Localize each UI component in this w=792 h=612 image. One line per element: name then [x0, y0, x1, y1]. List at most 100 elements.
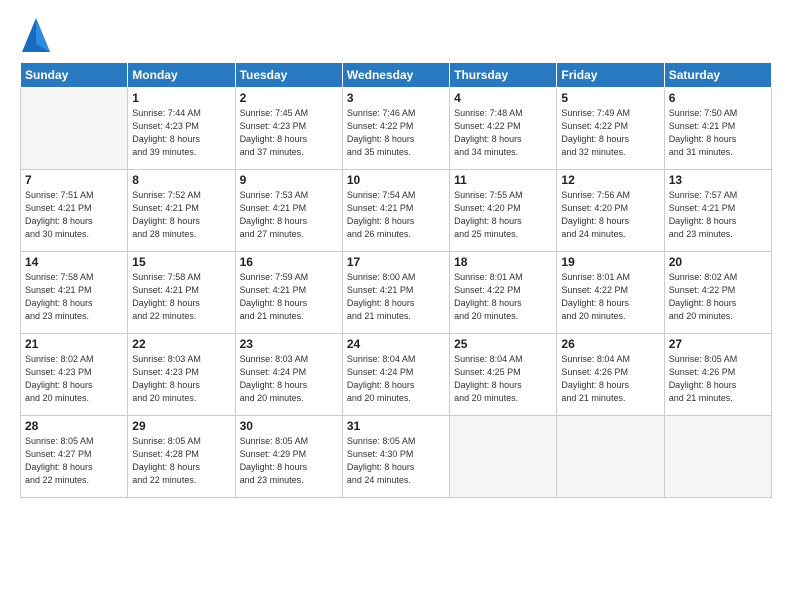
- calendar-cell: [21, 88, 128, 170]
- day-info: Sunrise: 8:04 AM Sunset: 4:25 PM Dayligh…: [454, 353, 552, 405]
- weekday-header-friday: Friday: [557, 63, 664, 88]
- day-info: Sunrise: 7:57 AM Sunset: 4:21 PM Dayligh…: [669, 189, 767, 241]
- calendar-cell: 19Sunrise: 8:01 AM Sunset: 4:22 PM Dayli…: [557, 252, 664, 334]
- day-info: Sunrise: 7:54 AM Sunset: 4:21 PM Dayligh…: [347, 189, 445, 241]
- day-info: Sunrise: 8:01 AM Sunset: 4:22 PM Dayligh…: [454, 271, 552, 323]
- day-info: Sunrise: 8:03 AM Sunset: 4:23 PM Dayligh…: [132, 353, 230, 405]
- day-number: 14: [25, 255, 123, 269]
- weekday-header-wednesday: Wednesday: [342, 63, 449, 88]
- day-number: 12: [561, 173, 659, 187]
- calendar-cell: 4 Sunrise: 7:48 AM Sunset: 4:22 PM Daylig…: [450, 88, 557, 170]
- day-info: Sunrise: 7:44 AM Sunset: 4:23 PM Dayligh…: [132, 107, 230, 159]
- calendar-cell: [557, 416, 664, 498]
- calendar-cell: 31 Sunrise: 8:05 AM Sunset: 4:30 PM Dayli…: [342, 416, 449, 498]
- day-number: 31: [347, 419, 445, 433]
- day-number: 8: [132, 173, 230, 187]
- calendar-cell: 22 Sunrise: 8:03 AM Sunset: 4:23 PM Dayli…: [128, 334, 235, 416]
- calendar-cell: [450, 416, 557, 498]
- day-number: 10: [347, 173, 445, 187]
- day-info: Sunrise: 7:59 AM Sunset: 4:21 PM Dayligh…: [240, 271, 338, 323]
- day-number: 30: [240, 419, 338, 433]
- day-info: Sunrise: 7:45 AM Sunset: 4:23 PM Dayligh…: [240, 107, 338, 159]
- day-number: 24: [347, 337, 445, 351]
- day-info: Sunrise: 7:49 AM Sunset: 4:22 PM Dayligh…: [561, 107, 659, 159]
- day-info: Sunrise: 7:46 AM Sunset: 4:22 PM Dayligh…: [347, 107, 445, 159]
- day-info: Sunrise: 8:05 AM Sunset: 4:26 PM Dayligh…: [669, 353, 767, 405]
- day-number: 29: [132, 419, 230, 433]
- day-number: 23: [240, 337, 338, 351]
- calendar-cell: 3 Sunrise: 7:46 AM Sunset: 4:22 PM Daylig…: [342, 88, 449, 170]
- calendar-cell: 1 Sunrise: 7:44 AM Sunset: 4:23 PM Daylig…: [128, 88, 235, 170]
- day-number: 7: [25, 173, 123, 187]
- calendar: SundayMondayTuesdayWednesdayThursdayFrid…: [20, 62, 772, 498]
- calendar-cell: 9 Sunrise: 7:53 AM Sunset: 4:21 PM Daylig…: [235, 170, 342, 252]
- logo: [20, 16, 52, 52]
- day-number: 18: [454, 255, 552, 269]
- day-number: 19: [561, 255, 659, 269]
- day-number: 27: [669, 337, 767, 351]
- day-number: 9: [240, 173, 338, 187]
- day-info: Sunrise: 8:05 AM Sunset: 4:30 PM Dayligh…: [347, 435, 445, 487]
- day-info: Sunrise: 8:05 AM Sunset: 4:29 PM Dayligh…: [240, 435, 338, 487]
- day-number: 25: [454, 337, 552, 351]
- day-info: Sunrise: 7:52 AM Sunset: 4:21 PM Dayligh…: [132, 189, 230, 241]
- calendar-cell: 26 Sunrise: 8:04 AM Sunset: 4:26 PM Dayli…: [557, 334, 664, 416]
- day-number: 6: [669, 91, 767, 105]
- calendar-cell: 2 Sunrise: 7:45 AM Sunset: 4:23 PM Daylig…: [235, 88, 342, 170]
- calendar-cell: 20Sunrise: 8:02 AM Sunset: 4:22 PM Dayli…: [664, 252, 771, 334]
- week-row-4: 21 Sunrise: 8:02 AM Sunset: 4:23 PM Dayli…: [21, 334, 772, 416]
- day-info: Sunrise: 8:04 AM Sunset: 4:24 PM Dayligh…: [347, 353, 445, 405]
- day-number: 13: [669, 173, 767, 187]
- weekday-header-thursday: Thursday: [450, 63, 557, 88]
- calendar-cell: 23 Sunrise: 8:03 AM Sunset: 4:24 PM Dayli…: [235, 334, 342, 416]
- calendar-cell: 12 Sunrise: 7:56 AM Sunset: 4:20 PM Dayli…: [557, 170, 664, 252]
- weekday-header-sunday: Sunday: [21, 63, 128, 88]
- calendar-cell: 29Sunrise: 8:05 AM Sunset: 4:28 PM Dayli…: [128, 416, 235, 498]
- day-number: 3: [347, 91, 445, 105]
- day-number: 20: [669, 255, 767, 269]
- page: SundayMondayTuesdayWednesdayThursdayFrid…: [0, 0, 792, 612]
- week-row-2: 7Sunrise: 7:51 AM Sunset: 4:21 PM Daylig…: [21, 170, 772, 252]
- weekday-header-row: SundayMondayTuesdayWednesdayThursdayFrid…: [21, 63, 772, 88]
- calendar-cell: 27 Sunrise: 8:05 AM Sunset: 4:26 PM Dayli…: [664, 334, 771, 416]
- day-info: Sunrise: 7:50 AM Sunset: 4:21 PM Dayligh…: [669, 107, 767, 159]
- day-info: Sunrise: 7:48 AM Sunset: 4:22 PM Dayligh…: [454, 107, 552, 159]
- calendar-cell: 6 Sunrise: 7:50 AM Sunset: 4:21 PM Daylig…: [664, 88, 771, 170]
- day-number: 22: [132, 337, 230, 351]
- day-info: Sunrise: 8:02 AM Sunset: 4:23 PM Dayligh…: [25, 353, 123, 405]
- day-number: 4: [454, 91, 552, 105]
- day-number: 21: [25, 337, 123, 351]
- day-number: 17: [347, 255, 445, 269]
- day-info: Sunrise: 7:55 AM Sunset: 4:20 PM Dayligh…: [454, 189, 552, 241]
- calendar-cell: [664, 416, 771, 498]
- day-info: Sunrise: 7:56 AM Sunset: 4:20 PM Dayligh…: [561, 189, 659, 241]
- calendar-cell: 8 Sunrise: 7:52 AM Sunset: 4:21 PM Daylig…: [128, 170, 235, 252]
- calendar-cell: 15 Sunrise: 7:58 AM Sunset: 4:21 PM Dayli…: [128, 252, 235, 334]
- day-info: Sunrise: 8:03 AM Sunset: 4:24 PM Dayligh…: [240, 353, 338, 405]
- day-number: 5: [561, 91, 659, 105]
- week-row-1: 1 Sunrise: 7:44 AM Sunset: 4:23 PM Daylig…: [21, 88, 772, 170]
- day-info: Sunrise: 8:05 AM Sunset: 4:27 PM Dayligh…: [25, 435, 123, 487]
- day-number: 1: [132, 91, 230, 105]
- weekday-header-monday: Monday: [128, 63, 235, 88]
- day-number: 26: [561, 337, 659, 351]
- week-row-3: 14 Sunrise: 7:58 AM Sunset: 4:21 PM Dayli…: [21, 252, 772, 334]
- day-number: 16: [240, 255, 338, 269]
- calendar-cell: 28 Sunrise: 8:05 AM Sunset: 4:27 PM Dayli…: [21, 416, 128, 498]
- calendar-cell: 18 Sunrise: 8:01 AM Sunset: 4:22 PM Dayli…: [450, 252, 557, 334]
- day-number: 28: [25, 419, 123, 433]
- day-number: 2: [240, 91, 338, 105]
- day-number: 15: [132, 255, 230, 269]
- calendar-cell: 17 Sunrise: 8:00 AM Sunset: 4:21 PM Dayli…: [342, 252, 449, 334]
- calendar-cell: 24 Sunrise: 8:04 AM Sunset: 4:24 PM Dayli…: [342, 334, 449, 416]
- calendar-cell: 30 Sunrise: 8:05 AM Sunset: 4:29 PM Dayli…: [235, 416, 342, 498]
- weekday-header-tuesday: Tuesday: [235, 63, 342, 88]
- logo-icon: [20, 16, 50, 52]
- calendar-cell: 5 Sunrise: 7:49 AM Sunset: 4:22 PM Daylig…: [557, 88, 664, 170]
- day-info: Sunrise: 7:53 AM Sunset: 4:21 PM Dayligh…: [240, 189, 338, 241]
- day-info: Sunrise: 7:58 AM Sunset: 4:21 PM Dayligh…: [132, 271, 230, 323]
- day-info: Sunrise: 8:04 AM Sunset: 4:26 PM Dayligh…: [561, 353, 659, 405]
- calendar-cell: 16 Sunrise: 7:59 AM Sunset: 4:21 PM Dayli…: [235, 252, 342, 334]
- day-number: 11: [454, 173, 552, 187]
- day-info: Sunrise: 8:00 AM Sunset: 4:21 PM Dayligh…: [347, 271, 445, 323]
